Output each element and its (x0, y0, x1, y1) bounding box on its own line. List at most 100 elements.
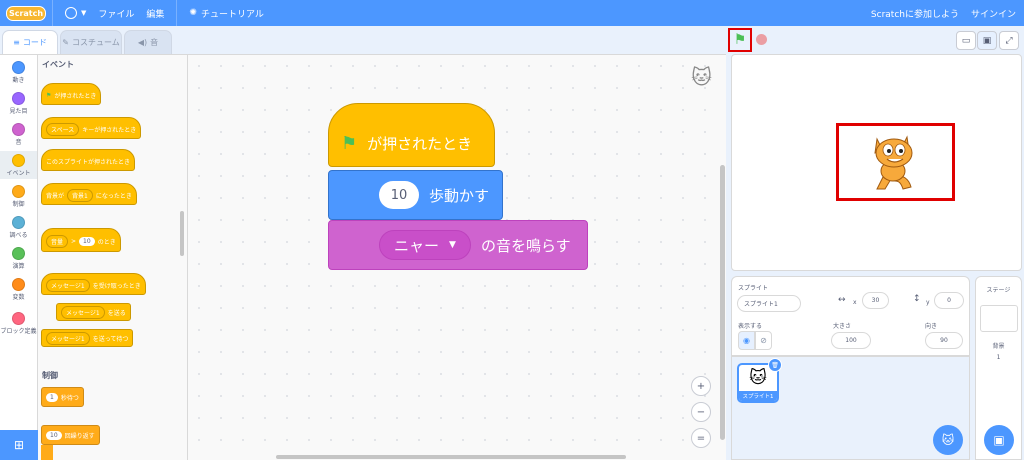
loudness-dropdown[interactable]: 音量 (46, 235, 69, 248)
block-label: キーが押されたとき (82, 127, 137, 134)
x-position-input[interactable]: 30 (862, 292, 889, 309)
join-link[interactable]: Scratchに参加しよう (871, 7, 959, 20)
category-label: 演算 (12, 262, 25, 270)
sound-name: ニャー (394, 236, 440, 255)
show-sprite-button[interactable]: ◉ (738, 331, 755, 350)
tab-costumes-label: コスチューム (71, 38, 120, 47)
steps-input[interactable]: 10 (379, 181, 419, 209)
tab-code[interactable]: ≡ コード (2, 30, 58, 54)
when-key-pressed-block[interactable]: スペース キーが押されたとき (41, 117, 142, 139)
when-flag-clicked-script-block[interactable]: ⚑ が押されたとき (328, 103, 495, 167)
edit-menu[interactable]: 編集 (140, 0, 170, 26)
eye-icon: ◉ (743, 336, 750, 345)
category-operators[interactable]: 演算 (0, 244, 37, 272)
choose-sprite-button[interactable]: 🐱 (933, 425, 963, 455)
category-dot (12, 184, 25, 198)
globe-icon (65, 7, 77, 19)
direction-input[interactable]: 90 (925, 332, 963, 349)
when-backdrop-switches-block[interactable]: 背景が 背景1 になったとき (41, 183, 137, 205)
repeat-block[interactable]: 10 回繰り返す (41, 425, 100, 445)
green-flag-icon: ⚑ (341, 132, 358, 154)
small-stage-button[interactable]: ▭ (956, 31, 976, 50)
stage-sprite-highlight[interactable] (836, 123, 955, 201)
loudness-value-input[interactable]: 10 (79, 237, 95, 246)
delete-sprite-button[interactable]: 🗑 (768, 358, 782, 372)
sound-dropdown[interactable]: ニャー ▼ (379, 230, 471, 260)
size-label: 大きさ (833, 323, 852, 330)
large-stage-button[interactable]: ▣ (977, 31, 997, 50)
green-flag-button[interactable]: ⚑ (728, 28, 752, 52)
code-icon: ≡ (13, 38, 20, 47)
when-loudness-block[interactable]: 音量 > 10 のとき (41, 228, 121, 252)
script-horizontal-scrollbar[interactable] (276, 455, 626, 459)
category-control[interactable]: 制御 (0, 182, 37, 210)
category-my-blocks[interactable]: ブロック定義 (0, 306, 37, 340)
zoom-in-button[interactable]: + (691, 376, 711, 396)
tutorials-menu[interactable]: ✺ チュートリアル (183, 0, 269, 26)
broadcast-block[interactable]: メッセージ1 を送る (56, 303, 131, 321)
backdrop-dropdown[interactable]: 背景1 (67, 189, 93, 202)
when-flag-clicked-block[interactable]: ⚑ が押されたとき (41, 83, 102, 105)
wait-seconds-input[interactable]: 1 (46, 392, 58, 402)
language-menu[interactable]: ▼ (59, 0, 92, 26)
trash-icon: 🗑 (771, 361, 779, 369)
palette-scrollbar[interactable] (180, 211, 184, 256)
size-input[interactable]: 100 (831, 332, 871, 349)
tab-sounds[interactable]: ◀) 音 (124, 30, 172, 54)
message-dropdown[interactable]: メッセージ1 (46, 331, 90, 345)
stage-thumbnail[interactable] (980, 305, 1018, 332)
choose-backdrop-button[interactable]: ▣ (984, 425, 1014, 455)
speaker-icon: ◀) (137, 38, 148, 47)
block-label: のとき (97, 239, 116, 246)
category-label: 見た目 (9, 107, 28, 115)
add-extension-button[interactable]: ⊞ (0, 430, 38, 460)
backdrop-count: 1 (996, 354, 1001, 361)
block-label: が押されたとき (54, 93, 97, 100)
sprite-label: スプライト (738, 285, 769, 292)
when-sprite-clicked-block[interactable]: このスプライトが押されたとき (41, 149, 136, 171)
category-sound[interactable]: 音 (0, 120, 37, 148)
cat-add-icon: 🐱 (941, 433, 955, 447)
category-looks[interactable]: 見た目 (0, 89, 37, 117)
block-label: の音を鳴らす (480, 236, 571, 255)
sprite-name-field[interactable]: スプライト1 (737, 295, 801, 312)
category-label: 動き (12, 76, 25, 84)
stop-button[interactable] (756, 34, 767, 45)
file-menu[interactable]: ファイル (92, 0, 140, 26)
zoom-out-icon: − (696, 406, 706, 418)
fullscreen-icon: ⤢ (1005, 35, 1013, 46)
when-receive-block[interactable]: メッセージ1 を受け取ったとき (41, 273, 146, 295)
message-dropdown[interactable]: メッセージ1 (61, 305, 105, 319)
move-steps-block[interactable]: 10 歩動かす (328, 170, 503, 220)
repeat-count-input[interactable]: 10 (46, 430, 62, 440)
key-dropdown[interactable]: スペース (46, 123, 80, 136)
category-motion[interactable]: 動き (0, 58, 37, 86)
category-events[interactable]: イベント (0, 151, 37, 179)
zoom-reset-button[interactable]: = (691, 428, 711, 448)
signin-link[interactable]: サインイン (971, 7, 1016, 20)
scratch-logo[interactable]: Scratch (6, 5, 46, 21)
category-dot (12, 311, 25, 325)
block-label: を送る (107, 309, 126, 317)
script-area[interactable]: 🐱 ⚑ が押されたとき 10 歩動かす ニャー ▼ の音を鳴らす + − = (188, 54, 726, 460)
hide-sprite-button[interactable]: ⊘ (755, 331, 772, 350)
x-label: x (853, 299, 857, 306)
small-stage-icon: ▭ (961, 35, 971, 46)
zoom-out-button[interactable]: − (691, 402, 711, 422)
block-palette: イベント ⚑ が押されたとき スペース キーが押されたとき このスプライトが押さ… (38, 54, 188, 460)
fullscreen-button[interactable]: ⤢ (999, 31, 1019, 50)
broadcast-and-wait-block[interactable]: メッセージ1 を送って待つ (41, 329, 134, 347)
y-position-input[interactable]: 0 (934, 292, 964, 309)
category-sensing[interactable]: 調べる (0, 213, 37, 241)
block-label: を送って待つ (92, 335, 129, 343)
category-label: ブロック定義 (0, 327, 37, 335)
wait-block[interactable]: 1 秒待つ (41, 387, 84, 407)
y-label: y (926, 299, 930, 306)
category-variables[interactable]: 変数 (0, 275, 37, 303)
play-sound-block[interactable]: ニャー ▼ の音を鳴らす (328, 220, 588, 270)
editor-tabs: ≡ コード ✎ コスチューム ◀) 音 (0, 30, 172, 54)
tab-costumes[interactable]: ✎ コスチューム (60, 30, 122, 54)
script-vertical-scrollbar[interactable] (720, 165, 725, 440)
tutorials-label: チュートリアル (200, 9, 264, 20)
message-dropdown[interactable]: メッセージ1 (46, 279, 90, 292)
